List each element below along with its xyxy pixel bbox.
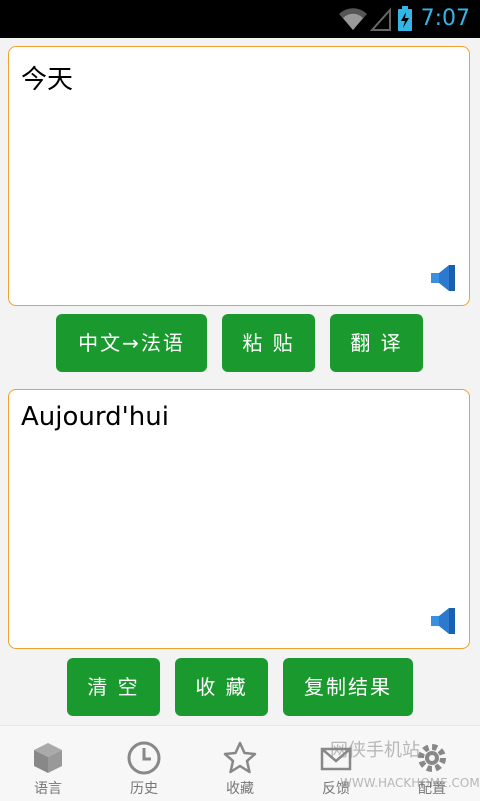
speaker-icon[interactable] bbox=[429, 606, 457, 636]
speaker-icon[interactable] bbox=[429, 263, 457, 293]
wifi-icon bbox=[339, 8, 367, 30]
nav-item-history[interactable]: 历史 bbox=[96, 726, 192, 801]
nav-label: 语言 bbox=[34, 781, 62, 797]
watermark-url: WWW.HACKHOME.COM bbox=[340, 776, 480, 790]
output-text: Aujourd'hui bbox=[21, 402, 169, 432]
favorite-button[interactable]: 收 藏 bbox=[175, 658, 268, 716]
nav-label: 历史 bbox=[130, 781, 158, 797]
status-bar: 7:07 bbox=[0, 0, 480, 38]
clear-button[interactable]: 清 空 bbox=[67, 658, 160, 716]
copy-result-button[interactable]: 复制结果 bbox=[283, 658, 413, 716]
nav-label: 收藏 bbox=[226, 781, 254, 797]
translate-button[interactable]: 翻 译 bbox=[330, 314, 423, 372]
output-text-area[interactable]: Aujourd'hui bbox=[8, 389, 470, 649]
nav-item-language[interactable]: 语言 bbox=[0, 726, 96, 801]
input-text-area[interactable]: 今天 bbox=[8, 46, 470, 306]
star-icon bbox=[223, 741, 257, 774]
input-text: 今天 bbox=[21, 65, 74, 95]
nav-item-favorites[interactable]: 收藏 bbox=[192, 726, 288, 801]
paste-button[interactable]: 粘 贴 bbox=[222, 314, 315, 372]
cube-icon bbox=[34, 743, 62, 773]
battery-icon bbox=[398, 6, 412, 31]
signal-icon bbox=[370, 7, 391, 31]
watermark-text: 网侠手机站 bbox=[330, 740, 420, 761]
clock-icon bbox=[127, 741, 161, 775]
status-time: 7:07 bbox=[420, 6, 470, 31]
language-select-button[interactable]: 中文→法语 bbox=[56, 314, 207, 372]
